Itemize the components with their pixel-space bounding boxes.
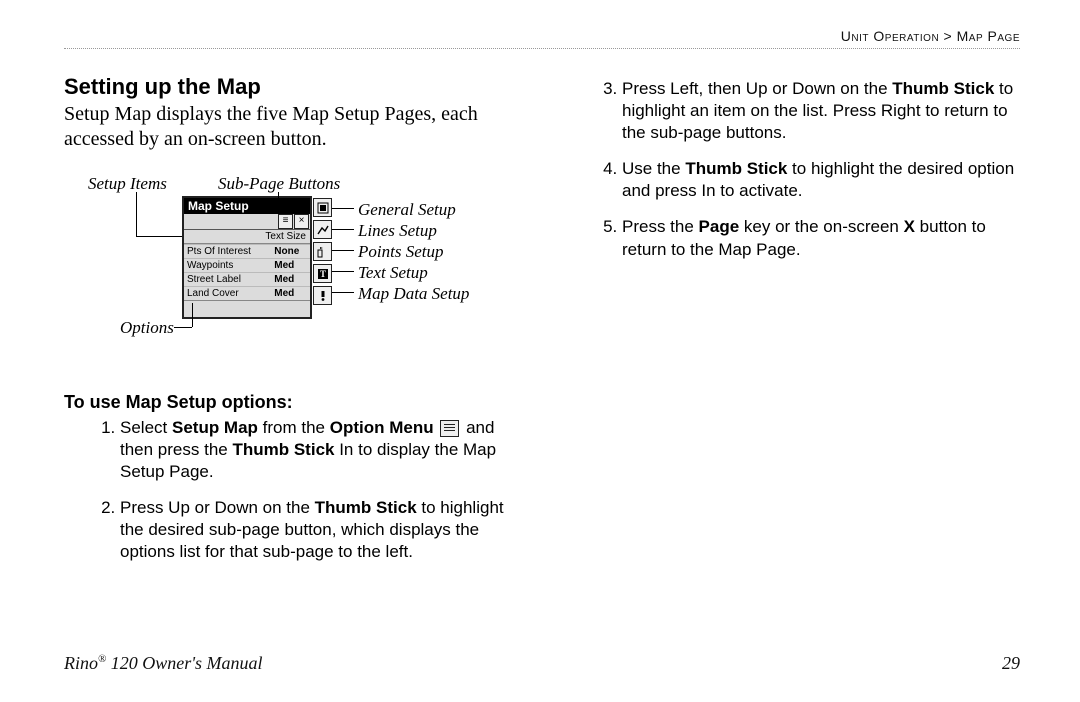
breadcrumb-page: Map Page xyxy=(957,28,1020,44)
page-footer: Rino® 120 Owner's Manual 29 xyxy=(64,653,1020,674)
subpage-button-bar: T xyxy=(313,198,332,305)
steps-right: Press Left, then Up or Down on the Thumb… xyxy=(566,78,1020,261)
label-setup-items: Setup Items xyxy=(88,174,167,194)
section-heading: Setting up the Map xyxy=(64,74,518,100)
callout-general: General Setup xyxy=(358,200,456,220)
steps-left: Select Setup Map from the Option Menu an… xyxy=(64,417,518,564)
label-subpage-buttons: Sub-Page Buttons xyxy=(218,174,340,194)
list-item: Press the Page key or the on-screen X bu… xyxy=(622,216,1020,260)
callout-mapdata: Map Data Setup xyxy=(358,284,469,304)
map-setup-figure: Setup Items Sub-Page Buttons Options Map… xyxy=(74,168,504,368)
table-row: WaypointsMed xyxy=(184,259,310,273)
lines-setup-icon xyxy=(313,220,332,239)
breadcrumb-section: Unit Operation xyxy=(841,28,939,44)
general-setup-icon xyxy=(313,198,332,217)
menu-icon: ≡ xyxy=(278,214,293,229)
map-data-setup-icon xyxy=(313,286,332,305)
breadcrumb: Unit Operation > Map Page xyxy=(64,28,1020,44)
device-options-row xyxy=(184,300,310,317)
header-rule xyxy=(64,48,1020,50)
label-options: Options xyxy=(120,318,174,338)
close-icon: × xyxy=(294,214,309,229)
callout-text: Text Setup xyxy=(358,263,428,283)
callout-lines: Lines Setup xyxy=(358,221,437,241)
device-title: Map Setup xyxy=(184,198,310,214)
svg-text:T: T xyxy=(319,269,325,279)
page-number: 29 xyxy=(1002,653,1020,674)
list-item: Select Setup Map from the Option Menu an… xyxy=(120,417,518,483)
device-table: Pts Of InterestNone WaypointsMed Street … xyxy=(184,244,310,300)
section-intro: Setup Map displays the five Map Setup Pa… xyxy=(64,102,518,152)
list-item: Press Up or Down on the Thumb Stick to h… xyxy=(120,497,518,563)
points-setup-icon xyxy=(313,242,332,261)
procedure-heading: To use Map Setup options: xyxy=(64,392,518,413)
text-setup-icon: T xyxy=(313,264,332,283)
device-subheader: Text Size xyxy=(184,230,310,244)
device-screen: Map Setup ≡ × Text Size Pts Of InterestN… xyxy=(182,196,312,319)
table-row: Street LabelMed xyxy=(184,273,310,287)
callout-points: Points Setup xyxy=(358,242,443,262)
option-menu-icon xyxy=(440,420,459,437)
manual-title: Rino® 120 Owner's Manual xyxy=(64,653,263,674)
list-item: Press Left, then Up or Down on the Thumb… xyxy=(622,78,1020,144)
table-row: Pts Of InterestNone xyxy=(184,245,310,259)
table-row: Land CoverMed xyxy=(184,287,310,301)
list-item: Use the Thumb Stick to highlight the des… xyxy=(622,158,1020,202)
